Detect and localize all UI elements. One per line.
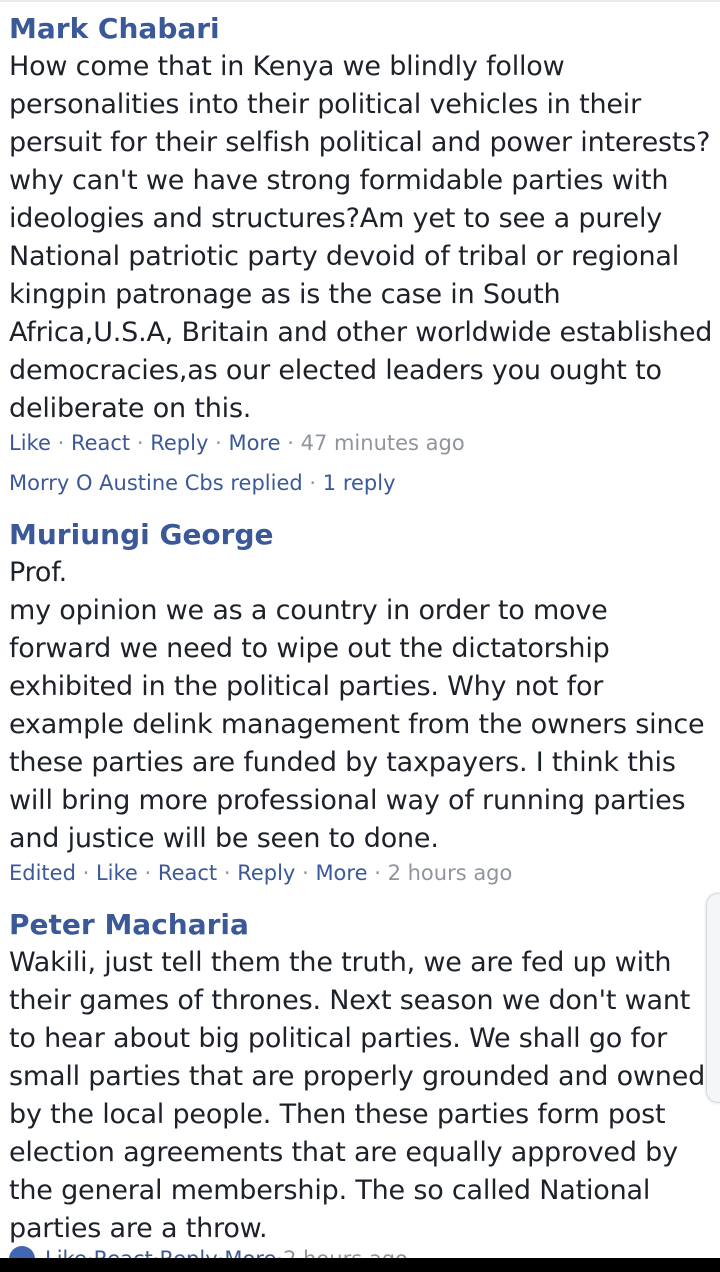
separator: · [218, 1244, 225, 1258]
comment-timestamp: 2 hours ago [387, 861, 513, 885]
comment-text: How come that in Kenya we blindly follow… [9, 51, 713, 424]
replied-text[interactable]: Morry O Austine Cbs replied [9, 471, 303, 495]
react-link[interactable]: React [158, 861, 217, 885]
separator: · [215, 431, 222, 455]
comment-item: Mark Chabari How come that in Kenya we b… [9, 10, 714, 498]
separator: · [302, 861, 309, 885]
comment-text: Wakili, just tell them the truth, we are… [9, 947, 706, 1244]
replies-summary[interactable]: Morry O Austine Cbs replied · 1 reply [9, 468, 714, 498]
like-link[interactable]: Like [9, 431, 51, 455]
separator: · [144, 861, 152, 885]
separator: · [57, 431, 65, 455]
comment-item: Muriungi George Prof. my opinion we as a… [9, 516, 714, 888]
comment-text: Prof. my opinion we as a country in orde… [9, 557, 705, 854]
comment-actions: Edited · Like · React · Reply · More · 2… [9, 858, 714, 888]
more-link[interactable]: More [228, 431, 280, 455]
react-link[interactable]: React [94, 1244, 153, 1258]
comment-timestamp: 2 hours ago [283, 1244, 408, 1258]
reply-link[interactable]: Reply [150, 431, 208, 455]
separator: · [287, 431, 294, 455]
comment-item: Peter Macharia Wakili, just tell them th… [9, 906, 714, 1248]
reply-link[interactable]: Reply [159, 1244, 217, 1258]
separator: · [276, 1244, 283, 1258]
separator: · [87, 1244, 94, 1258]
comment-author[interactable]: Mark Chabari [9, 10, 714, 48]
separator: · [223, 861, 231, 885]
comment-author[interactable]: Peter Macharia [9, 906, 714, 944]
like-link[interactable]: Like [96, 861, 138, 885]
react-link[interactable]: React [71, 431, 130, 455]
separator: · [309, 471, 317, 495]
like-link[interactable]: Like [45, 1244, 87, 1258]
comment-actions: Like · React · Reply · More · 47 minutes… [9, 428, 714, 458]
separator: · [136, 431, 144, 455]
comment-timestamp: 47 minutes ago [300, 431, 465, 455]
comment-author[interactable]: Muriungi George [9, 516, 714, 554]
comment-actions: Like · React · Reply · More · 2 hours ag… [9, 1244, 709, 1258]
separator: · [82, 861, 90, 885]
more-link[interactable]: More [224, 1244, 276, 1258]
reply-count[interactable]: 1 reply [323, 471, 396, 495]
scroll-handle[interactable] [706, 893, 720, 1103]
separator: · [153, 1244, 160, 1258]
top-divider [0, 0, 720, 2]
edited-label[interactable]: Edited [9, 861, 76, 885]
reaction-icon [9, 1246, 35, 1258]
separator: · [374, 861, 381, 885]
more-link[interactable]: More [315, 861, 367, 885]
system-navigation-bar [0, 1258, 720, 1272]
reply-link[interactable]: Reply [237, 861, 295, 885]
